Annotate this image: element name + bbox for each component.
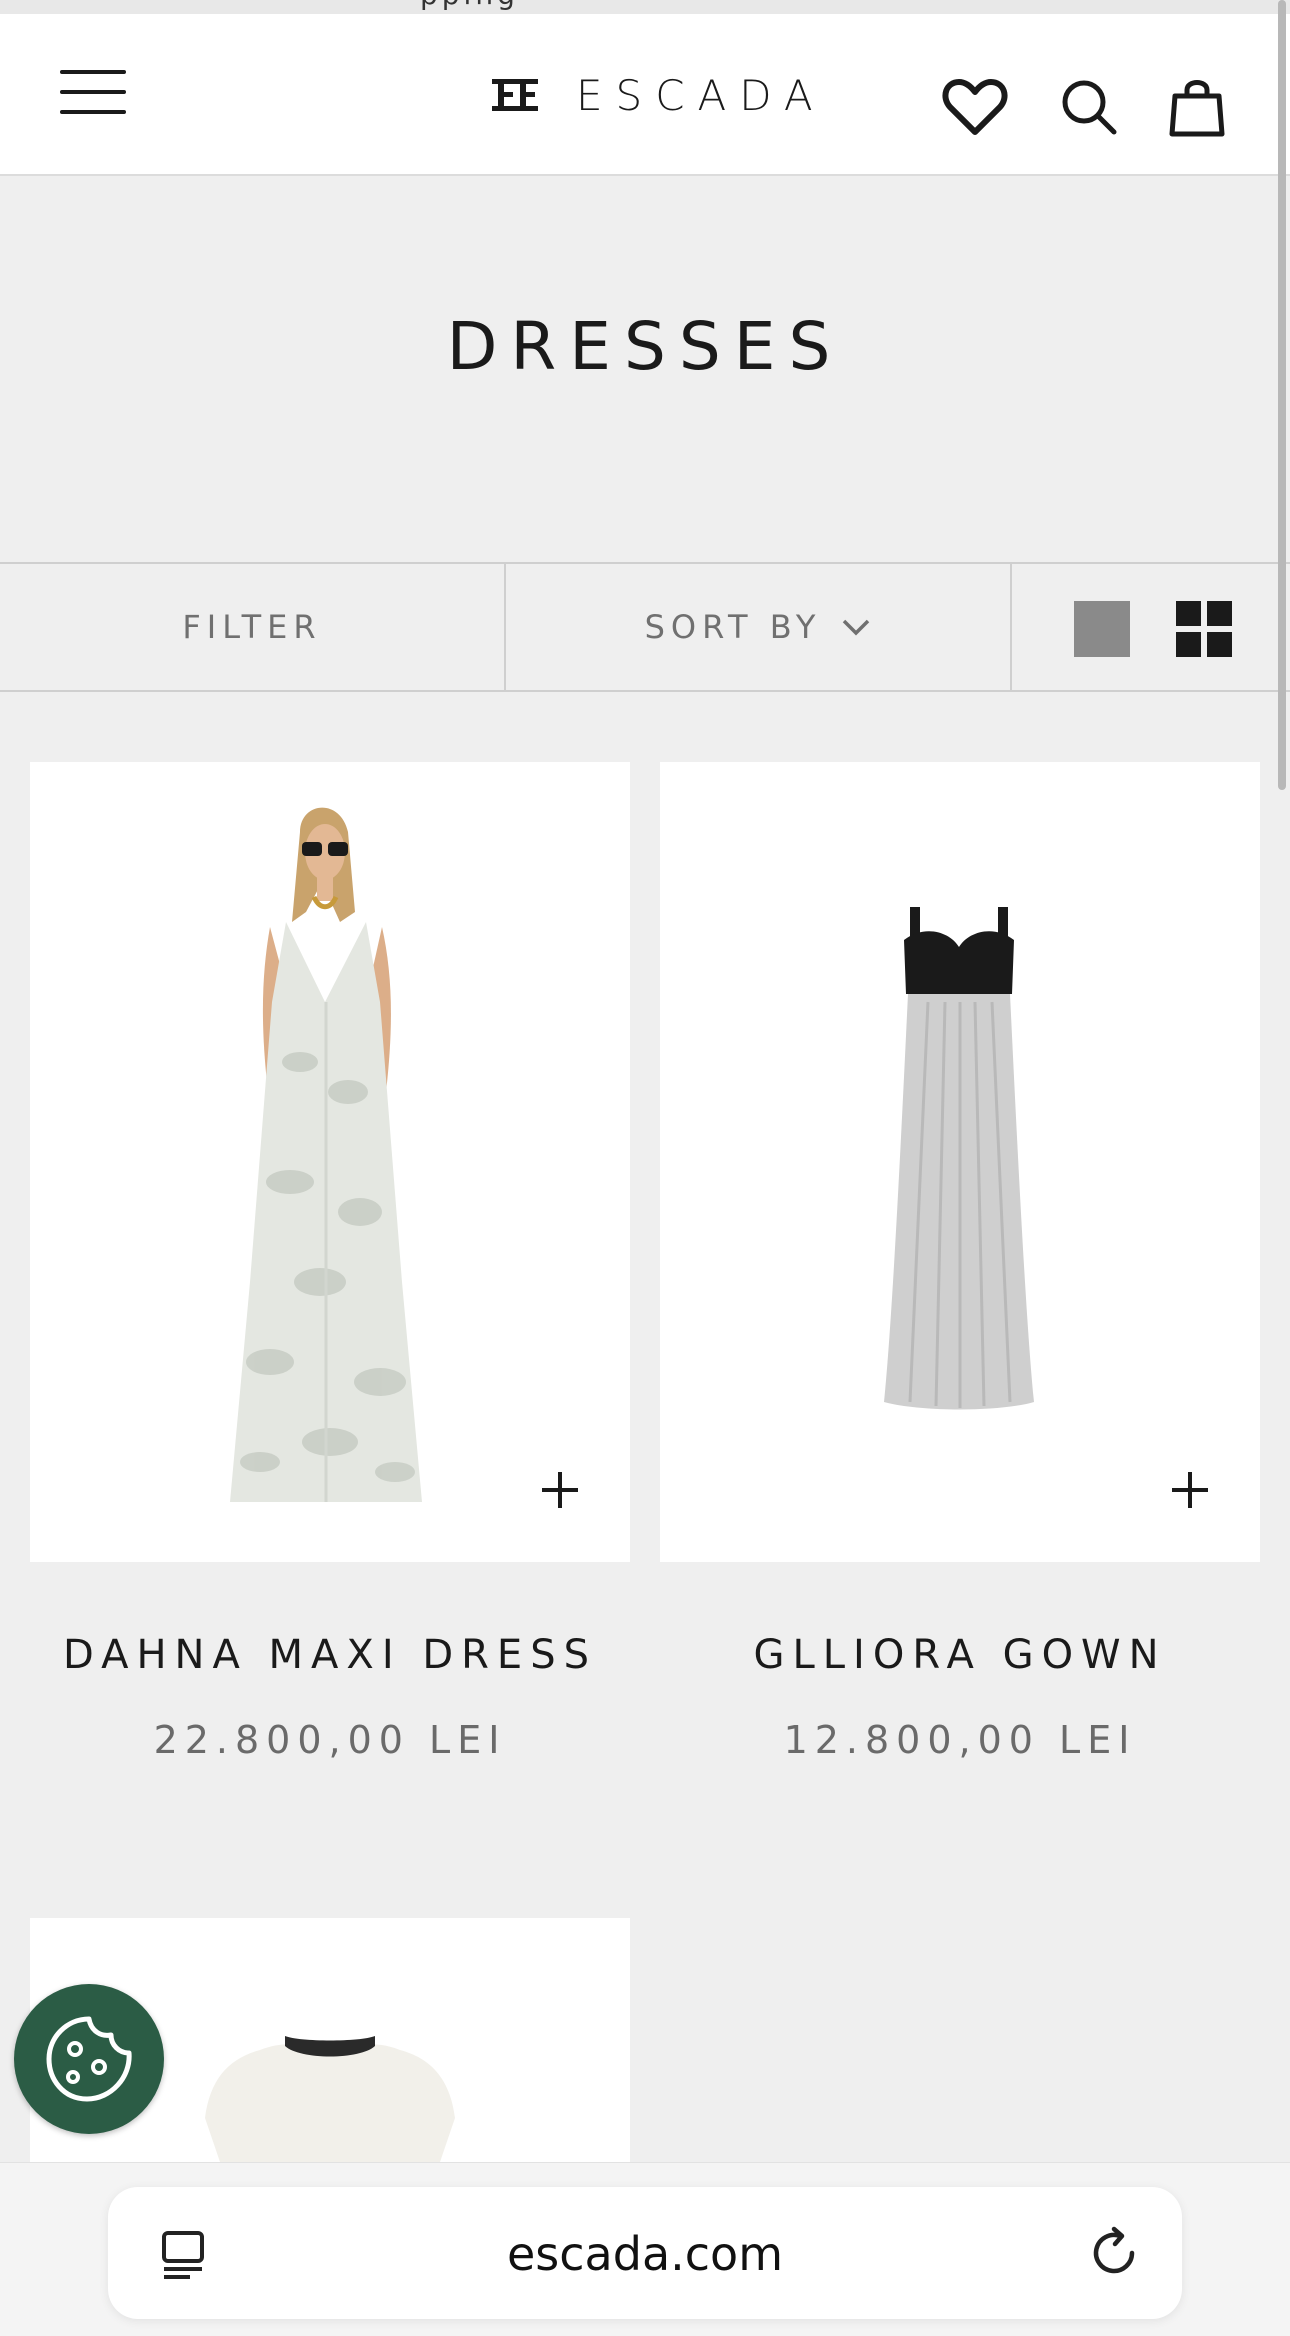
grid-view-switcher	[1012, 564, 1290, 690]
search-icon	[1062, 80, 1117, 135]
gown-photo	[884, 907, 1034, 1410]
collection-header: DRESSES	[0, 178, 1290, 562]
filter-button[interactable]: FILTER	[0, 564, 506, 690]
heart-icon	[942, 79, 1008, 135]
search-button[interactable]	[1056, 74, 1122, 140]
brand-logo[interactable]: ESCADA	[490, 70, 826, 120]
quick-add-plus-icon[interactable]	[538, 1468, 582, 1512]
bag-icon	[1169, 80, 1225, 137]
wishlist-button[interactable]	[942, 74, 1008, 140]
product-price: 12.800,00 LEI	[783, 1718, 1137, 1762]
page-scrollbar[interactable]	[1278, 0, 1286, 790]
brand-name: ESCADA	[576, 70, 826, 120]
two-column-view-icon[interactable]	[1176, 601, 1232, 657]
product-price: 22.800,00 LEI	[153, 1718, 507, 1762]
logo-mark-icon	[492, 79, 538, 111]
url-text[interactable]: escada.com	[108, 2227, 1182, 2281]
page-title: DRESSES	[446, 308, 844, 385]
site-header: ESCADA	[0, 14, 1290, 176]
cookie-settings-button[interactable]	[14, 1984, 164, 2134]
product-name[interactable]: DAHNA MAXI DRESS	[30, 1632, 630, 1678]
sort-by-dropdown[interactable]: SORT BY	[506, 564, 1012, 690]
product-name[interactable]: GLLIORA GOWN	[660, 1632, 1260, 1678]
dress-photo-model	[230, 807, 422, 1502]
collection-toolbar: FILTER SORT BY	[0, 562, 1290, 692]
url-field[interactable]: escada.com	[108, 2187, 1182, 2319]
chevron-down-icon	[843, 619, 870, 636]
single-column-view-icon[interactable]	[1074, 601, 1130, 657]
announcement-bar: pping	[0, 0, 1290, 14]
sort-label: SORT BY	[644, 608, 822, 646]
browser-address-bar: escada.com	[0, 2162, 1290, 2336]
filter-label: FILTER	[182, 608, 322, 646]
product-image-glliora-gown[interactable]	[660, 762, 1260, 1562]
cookie-icon	[46, 2016, 132, 2102]
product-image-dahna-maxi-dress[interactable]	[30, 762, 630, 1562]
announcement-text: pping	[420, 0, 519, 11]
cart-button[interactable]	[1164, 74, 1230, 140]
reload-icon[interactable]	[1084, 2223, 1144, 2283]
quick-add-plus-icon[interactable]	[1168, 1468, 1212, 1512]
menu-icon[interactable]	[60, 70, 126, 116]
